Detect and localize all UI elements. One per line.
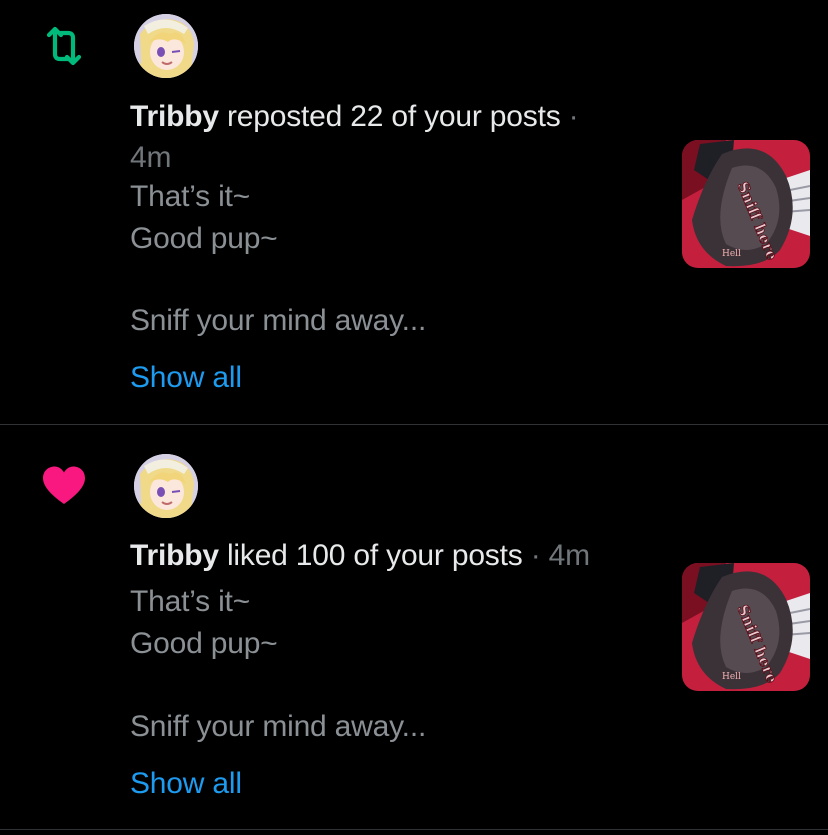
separator-dot: · bbox=[530, 539, 541, 572]
divider bbox=[0, 829, 828, 830]
post-text-line: Good pup~ bbox=[130, 627, 278, 660]
heart-icon bbox=[43, 466, 85, 504]
post-text-line: That’s it~ bbox=[130, 180, 251, 213]
separator-dot: · bbox=[568, 100, 579, 133]
thumbnail-small-text: Hell bbox=[722, 249, 741, 259]
repost-icon bbox=[46, 26, 82, 66]
notification-like[interactable]: Tribby liked 100 of your posts · 4m That… bbox=[0, 425, 828, 805]
avatar[interactable] bbox=[134, 14, 198, 78]
post-thumbnail[interactable]: Sniff here Hell bbox=[682, 140, 810, 268]
user-name[interactable]: Tribby bbox=[130, 100, 219, 133]
user-name[interactable]: Tribby bbox=[130, 539, 219, 572]
post-text-line: Sniff your mind away... bbox=[130, 710, 427, 743]
avatar[interactable] bbox=[134, 454, 198, 518]
post-text-line: Sniff your mind away... bbox=[130, 304, 427, 337]
timestamp: 4m bbox=[130, 141, 172, 174]
notification-repost[interactable]: Tribby reposted 22 of your posts · 4m Th… bbox=[0, 0, 828, 424]
post-text-line: Good pup~ bbox=[130, 222, 278, 255]
notification-header: Tribby liked 100 of your posts · 4m bbox=[130, 539, 590, 573]
action-text: liked 100 of your posts bbox=[226, 539, 523, 572]
timestamp: 4m bbox=[548, 539, 590, 572]
show-all-link[interactable]: Show all bbox=[130, 767, 242, 801]
post-text-line: That’s it~ bbox=[130, 585, 251, 618]
thumbnail-small-text: Hell bbox=[722, 672, 741, 682]
post-thumbnail[interactable]: Sniff here Hell bbox=[682, 563, 810, 691]
action-text: reposted 22 of your posts bbox=[226, 100, 561, 133]
notification-header: Tribby reposted 22 of your posts · bbox=[130, 100, 579, 134]
show-all-link[interactable]: Show all bbox=[130, 361, 242, 395]
